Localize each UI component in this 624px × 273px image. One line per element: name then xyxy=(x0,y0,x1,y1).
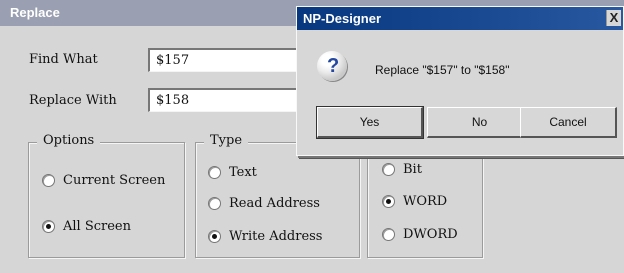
options-legend: Options xyxy=(37,133,101,148)
options-group: Options xyxy=(28,133,185,258)
size-bit[interactable]: Bit xyxy=(382,162,422,177)
type-read-address-label: Read Address xyxy=(229,196,320,211)
yes-button[interactable]: Yes xyxy=(316,106,424,139)
radio-checked-icon xyxy=(208,230,221,243)
option-all-screen-label: All Screen xyxy=(63,219,131,234)
type-write-address-label: Write Address xyxy=(229,229,323,244)
no-button[interactable]: No xyxy=(427,107,533,138)
type-legend: Type xyxy=(204,133,249,148)
find-what-label: Find What xyxy=(29,52,98,67)
radio-unchecked-icon xyxy=(382,163,395,176)
type-write-address[interactable]: Write Address xyxy=(208,229,322,244)
size-word-label: WORD xyxy=(403,194,448,209)
size-dword[interactable]: DWORD xyxy=(382,227,458,242)
option-current-screen[interactable]: Current Screen xyxy=(42,173,165,188)
type-text-label: Text xyxy=(229,165,257,180)
size-dword-label: DWORD xyxy=(403,227,458,242)
replace-with-label: Replace With xyxy=(29,93,117,108)
type-read-address[interactable]: Read Address xyxy=(208,196,320,211)
replace-title: Replace xyxy=(10,5,60,20)
radio-unchecked-icon xyxy=(42,174,55,187)
radio-unchecked-icon xyxy=(382,228,395,241)
dialog-titlebar[interactable]: NP-Designer xyxy=(297,7,623,30)
radio-checked-icon xyxy=(382,195,395,208)
size-word[interactable]: WORD xyxy=(382,194,447,209)
cancel-button[interactable]: Cancel xyxy=(520,107,617,138)
radio-unchecked-icon xyxy=(208,166,221,179)
replace-with-field[interactable]: $158 xyxy=(148,88,300,112)
option-current-screen-label: Current Screen xyxy=(63,173,166,188)
size-bit-label: Bit xyxy=(403,162,422,177)
dialog-message: Replace "$157" to "$158" xyxy=(375,63,510,77)
radio-unchecked-icon xyxy=(208,197,221,210)
question-icon: ? xyxy=(317,51,347,81)
confirm-dialog: NP-Designer X ? Replace "$157" to "$158"… xyxy=(296,6,624,156)
find-what-field[interactable]: $157 xyxy=(148,48,300,72)
close-icon[interactable]: X xyxy=(606,10,621,26)
dialog-title: NP-Designer xyxy=(303,11,382,26)
radio-checked-icon xyxy=(42,220,55,233)
option-all-screen[interactable]: All Screen xyxy=(42,219,131,234)
type-text[interactable]: Text xyxy=(208,165,257,180)
replace-window: Replace Find What $157 Replace With $158… xyxy=(0,0,624,273)
